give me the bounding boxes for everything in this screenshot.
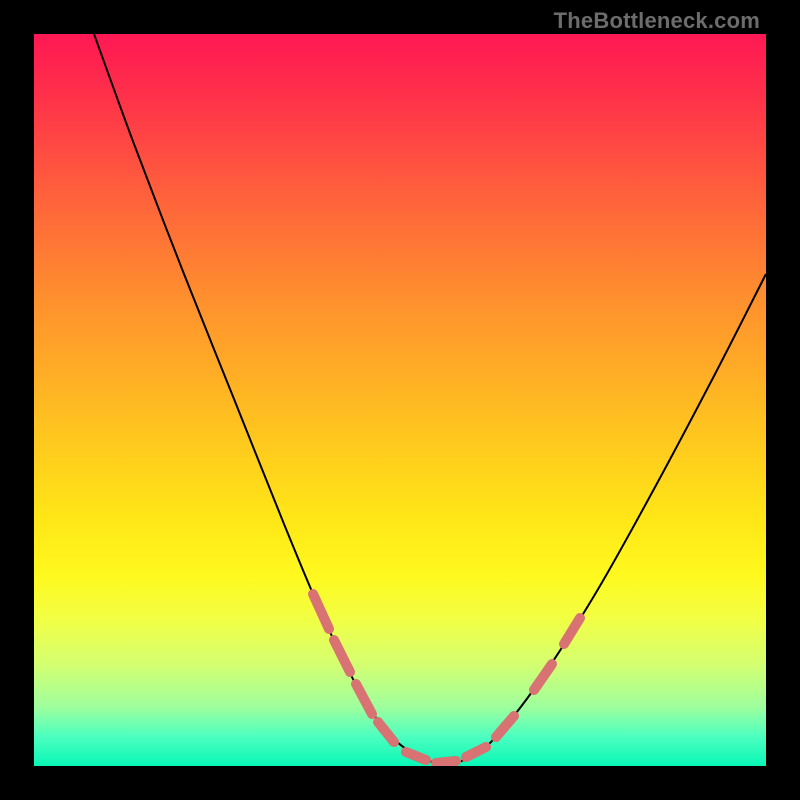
right-dash-3 — [564, 618, 580, 644]
right-dash-1 — [496, 716, 514, 737]
watermark-text: TheBottleneck.com — [554, 8, 760, 34]
bottom-dash-3 — [466, 747, 486, 757]
left-dash-2 — [334, 640, 350, 672]
bottom-dash-2 — [436, 761, 456, 763]
left-dash-4 — [378, 722, 394, 742]
chart-svg — [34, 34, 766, 766]
bottleneck-curve — [94, 34, 766, 764]
left-dash-1 — [313, 594, 329, 629]
plot-area — [34, 34, 766, 766]
chart-frame: TheBottleneck.com — [0, 0, 800, 800]
right-dash-2 — [534, 664, 552, 690]
bottom-dash-1 — [406, 752, 426, 760]
left-dash-3 — [356, 684, 372, 714]
